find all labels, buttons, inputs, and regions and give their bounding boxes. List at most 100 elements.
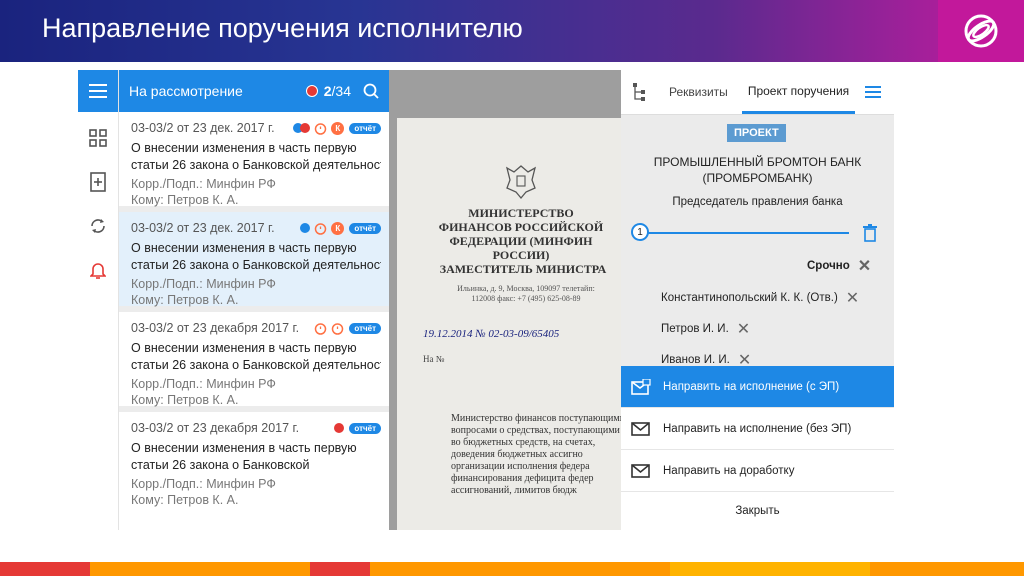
item-number: 03-03/2 от 23 декабря 2017 г. [131, 321, 300, 335]
list-item-selected[interactable]: 03-03/2 от 23 дек. 2017 г. К отчёт О вне… [119, 212, 389, 312]
urgent-label: Срочно [807, 260, 850, 272]
item-correspondent: Корр./Подп.: Минфин РФ [131, 377, 276, 391]
strip-segment [0, 562, 90, 576]
executor-name: Петров И. И. [661, 323, 729, 335]
step-indicator[interactable]: 1 [631, 223, 649, 241]
document-registration: 19.12.2014 № 02-03-09/65405 [423, 328, 560, 340]
grid-icon [89, 129, 107, 147]
item-subject-line1: О внесении изменения в часть первую [131, 141, 357, 155]
addressee-position: Председатель правления банка [672, 196, 843, 208]
coat-of-arms-icon [505, 165, 537, 200]
alarm-icon [314, 222, 327, 235]
list-item[interactable]: 03-03/2 от 23 дек. 2017 г. К отчёт О вне… [119, 112, 389, 212]
list-counter: 2/34 [324, 83, 351, 99]
document-deputy: ЗАМЕСТИТЕЛЬ МИНИСТРА [439, 262, 607, 276]
item-subject-line2: статьи 26 закона о Банковской [131, 458, 310, 472]
item-correspondent: Корр./Подп.: Минфин РФ [131, 277, 276, 291]
action-menu: Направить на исполнение (с ЭП) Направить… [621, 366, 894, 530]
list-title: На рассмотрение [129, 83, 243, 99]
document-preview: МИНИСТЕРСТВО ФИНАНСОВ РОССИЙСКОЙ ФЕДЕРАЦ… [389, 70, 621, 530]
remove-executor-icon[interactable]: ✕ [846, 288, 859, 308]
report-badge: отчёт [349, 122, 381, 134]
item-correspondent: Корр./Подп.: Минфин РФ [131, 177, 276, 191]
action-label: Направить на исполнение (без ЭП) [663, 422, 852, 435]
rail-add-document-button[interactable] [78, 162, 118, 202]
item-number: 03-03/2 от 23 дек. 2017 г. [131, 121, 275, 135]
tab-details[interactable]: Реквизиты [663, 70, 734, 114]
list-item[interactable]: 03-03/2 от 23 декабря 2017 г. отчёт О вн… [119, 312, 389, 412]
add-document-icon [90, 172, 106, 192]
action-label: Направить на доработку [663, 464, 795, 477]
bank-name-line1: ПРОМЫШЛЕННЫЙ БРОМТОН БАНК [653, 155, 862, 169]
bell-icon [90, 263, 106, 279]
item-subject-line2: статьи 26 закона о Банковской деятельнос… [131, 358, 381, 372]
item-number: 03-03/2 от 23 декабря 2017 г. [131, 421, 300, 435]
item-correspondent: Корр./Подп.: Минфин РФ [131, 477, 276, 491]
envelope-icon [631, 463, 650, 478]
item-recipient: Кому: Петров К. А. [131, 193, 239, 207]
step-progress-line [641, 232, 849, 234]
tab-tree[interactable] [621, 70, 663, 114]
count-current: 2 [323, 83, 332, 99]
close-button[interactable]: Закрыть [621, 492, 894, 530]
remove-executor-icon[interactable]: ✕ [737, 319, 750, 339]
sync-icon [91, 219, 105, 233]
rail-sync-button[interactable] [78, 206, 118, 246]
strip-segment [90, 562, 310, 576]
send-with-signature-button[interactable]: Направить на исполнение (с ЭП) [621, 366, 894, 408]
remove-urgent-icon[interactable]: ✕ [858, 256, 871, 276]
list-header: На рассмотрение 2/34 [119, 70, 389, 112]
document-list: На рассмотрение 2/34 03-03/2 от 23 дек. … [119, 70, 389, 530]
status-dot-red [334, 423, 345, 433]
document-address: Ильинка, д. 9, Москва, 109097 телетайп: … [457, 284, 595, 303]
delete-button[interactable] [863, 224, 877, 246]
strip-segment [670, 562, 870, 576]
count-total: /34 [331, 83, 351, 99]
trash-icon [863, 224, 877, 242]
item-recipient: Кому: Петров К. А. [131, 393, 239, 407]
item-subject-line1: О внесении изменения в часть первую [131, 341, 357, 355]
tab-assignment-draft[interactable]: Проект поручения [741, 70, 856, 114]
tree-icon [633, 83, 645, 101]
alarm-icon [314, 322, 327, 335]
app-window: На рассмотрение 2/34 03-03/2 от 23 дек. … [78, 70, 894, 530]
rail-notifications-button[interactable] [78, 250, 118, 290]
document-page: МИНИСТЕРСТВО ФИНАНСОВ РОССИЙСКОЙ ФЕДЕРАЦ… [397, 118, 621, 530]
item-subject-line2: статьи 26 закона о Банковской деятельнос… [131, 258, 381, 272]
report-badge: отчёт [349, 322, 381, 334]
report-badge: отчёт [349, 422, 381, 434]
menu-icon [865, 86, 882, 98]
item-recipient: Кому: Петров К. А. [131, 293, 239, 307]
send-for-revision-button[interactable]: Направить на доработку [621, 450, 894, 492]
alarm-icon [314, 122, 327, 135]
action-label: Направить на исполнение (с ЭП) [663, 380, 840, 393]
list-item[interactable]: 03-03/2 от 23 декабря 2017 г. отчёт О вн… [119, 412, 389, 512]
report-badge: отчёт [349, 222, 381, 234]
slide-header: Направление поручения исполнителю [0, 0, 1024, 62]
panel-menu-button[interactable] [859, 70, 887, 114]
send-without-signature-button[interactable]: Направить на исполнение (без ЭП) [621, 408, 894, 450]
executor-name: Константинопольский К. К. (Отв.) [661, 292, 838, 304]
brand-logo [938, 0, 1024, 62]
strip-segment [870, 562, 1024, 576]
document-ministry: МИНИСТЕРСТВО ФИНАНСОВ РОССИЙСКОЙ ФЕДЕРАЦ… [438, 206, 604, 262]
brand-logo-icon [964, 14, 998, 48]
item-subject-line1: О внесении изменения в часть первую [131, 441, 357, 455]
strip-segment [310, 562, 370, 576]
item-number: 03-03/2 от 23 дек. 2017 г. [131, 221, 275, 235]
document-reference: На № [423, 354, 445, 364]
alarm-icon [331, 322, 344, 335]
signed-envelope-icon [631, 378, 651, 395]
bank-name: ПРОМЫШЛЕННЫЙ БРОМТОН БАНК (ПРОМБРОМБАНК) [621, 154, 894, 186]
bottom-color-strip [0, 562, 1024, 576]
document-body: Министерство финансов поступающими вопро… [451, 413, 621, 496]
executor-row: Константинопольский К. К. (Отв.) ✕ [661, 288, 859, 308]
status-dot-blue [300, 223, 311, 233]
control-badge: К [331, 121, 345, 135]
rail-grid-button[interactable] [78, 118, 118, 158]
search-icon[interactable] [363, 83, 379, 99]
project-badge: ПРОЕКТ [727, 124, 786, 142]
panel-tabs: Реквизиты Проект поручения [621, 70, 894, 115]
bank-name-line2: (ПРОМБРОМБАНК) [702, 171, 813, 185]
menu-button[interactable] [78, 70, 118, 112]
